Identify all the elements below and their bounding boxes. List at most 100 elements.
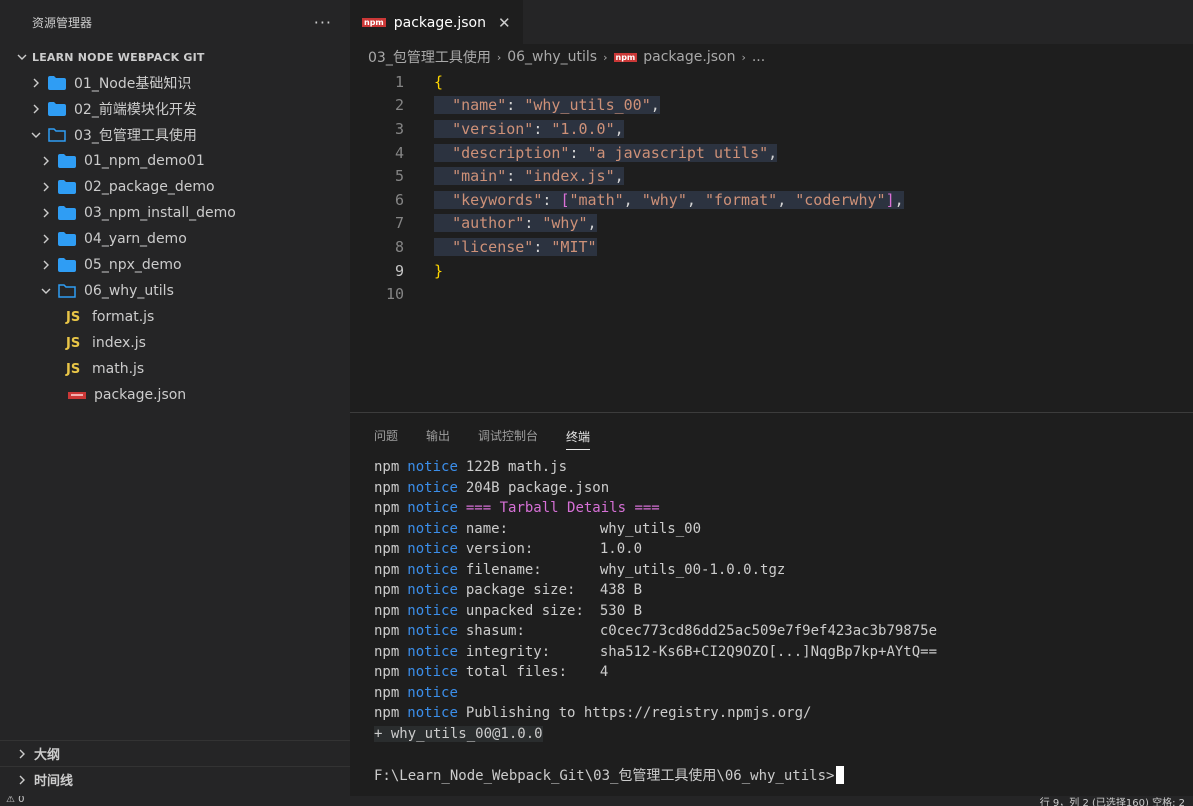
chevron-right-icon	[38, 156, 54, 166]
breadcrumb-item[interactable]: 03_包管理工具使用	[368, 47, 491, 67]
project-section-header[interactable]: LEARN NODE WEBPACK GIT	[0, 44, 350, 70]
code-line: 9}	[350, 259, 1193, 283]
chevron-right-icon	[14, 749, 30, 759]
chevron-right-icon	[38, 182, 54, 192]
timeline-label: 时间线	[34, 774, 74, 789]
tree-folder[interactable]: 02_前端模块化开发	[0, 96, 350, 122]
folder-icon	[58, 180, 76, 194]
line-number: 7	[394, 214, 404, 233]
tree-folder[interactable]: 04_yarn_demo	[0, 226, 350, 252]
terminal-cursor	[836, 765, 845, 784]
line-number: 8	[394, 237, 404, 256]
npm-icon: npm	[613, 52, 638, 62]
chevron-right-icon	[28, 78, 44, 88]
tree-item-label: 03_包管理工具使用	[74, 128, 197, 144]
terminal-line: npm notice Publishing to https://registry.…	[374, 705, 812, 722]
code-line: 8 "license": "MIT"	[350, 235, 1193, 259]
code-line: 2 "name": "why_utils_00",	[350, 94, 1193, 118]
tree-item-label: math.js	[92, 361, 145, 377]
breadcrumb: 03_包管理工具使用 › 06_why_utils › npm package.…	[350, 44, 1193, 70]
tree-folder[interactable]: 03_npm_install_demo	[0, 200, 350, 226]
folder-icon	[48, 102, 66, 116]
line-number: 4	[394, 143, 404, 162]
tab-label: package.json	[393, 14, 486, 31]
javascript-file-icon: JS	[66, 361, 81, 377]
outline-section[interactable]: 大纲	[0, 740, 350, 766]
terminal-line: npm notice 122B math.js	[374, 459, 568, 476]
project-name: LEARN NODE WEBPACK GIT	[32, 50, 205, 64]
chevron-down-icon	[38, 286, 54, 296]
javascript-file-icon: JS	[66, 335, 81, 351]
chevron-right-icon: ›	[741, 50, 746, 64]
tree-item-label: package.json	[94, 387, 187, 403]
terminal[interactable]: npm notice 122B math.js npm notice 204B pack…	[350, 457, 1193, 785]
terminal-line: npm notice shasum: c0cec773cd86dd25ac509e7f…	[374, 623, 938, 640]
tab-package-json[interactable]: npm package.json ✕	[350, 0, 523, 44]
tree-item-label: index.js	[92, 335, 146, 351]
line-number: 5	[394, 167, 404, 186]
terminal-prompt: F:\Learn_Node_Webpack_Git\03_包管理工具使用\06_…	[374, 765, 1193, 786]
problems-count[interactable]: ⚠ 0	[6, 796, 25, 805]
line-number: 3	[394, 119, 404, 138]
timeline-section[interactable]: 时间线	[0, 766, 350, 792]
explorer-sidebar: 资源管理器 ··· LEARN NODE WEBPACK GIT 01_Node…	[0, 0, 350, 796]
code-text: "description": "a javascript utils",	[434, 143, 778, 162]
editor-tabbar: npm package.json ✕	[350, 0, 1193, 44]
tree-item-label: 03_npm_install_demo	[84, 205, 236, 221]
folder-icon	[58, 258, 76, 272]
tree-folder[interactable]: 03_包管理工具使用	[0, 122, 350, 148]
tree-file[interactable]: JS math.js	[0, 356, 350, 382]
chevron-right-icon: ›	[603, 50, 608, 64]
terminal-line: npm notice 204B package.json	[374, 479, 610, 496]
tree-item-label: 02_前端模块化开发	[74, 102, 197, 118]
code-line: 6 "keywords": ["math", "why", "format", …	[350, 188, 1193, 212]
line-number: 9	[394, 261, 404, 280]
tree-item-label: 02_package_demo	[84, 179, 215, 195]
close-icon[interactable]: ✕	[498, 14, 511, 32]
npm-icon	[68, 391, 86, 399]
tree-folder[interactable]: 01_Node基础知识	[0, 70, 350, 96]
tree-file[interactable]: package.json	[0, 382, 350, 408]
more-actions-icon[interactable]: ···	[314, 13, 332, 32]
code-editor[interactable]: 1{ 2 "name": "why_utils_00", 3 "version"…	[350, 70, 1193, 306]
chevron-right-icon	[14, 775, 30, 785]
tab-problems[interactable]: 问题	[374, 413, 398, 457]
cursor-position[interactable]: 行 9，列 2 (已选择160) 空格: 2	[1040, 796, 1185, 806]
chevron-right-icon	[38, 234, 54, 244]
code-line: 7 "author": "why",	[350, 212, 1193, 236]
folder-icon	[58, 232, 76, 246]
tab-debug-console[interactable]: 调试控制台	[478, 413, 538, 457]
terminal-line: npm notice package size: 438 B	[374, 582, 643, 599]
npm-icon: npm	[362, 18, 386, 27]
terminal-line: + why_utils_00@1.0.0	[374, 725, 543, 742]
code-text: "main": "index.js",	[434, 167, 624, 186]
tree-item-label: 05_npx_demo	[84, 257, 182, 273]
breadcrumb-item[interactable]: package.json	[643, 49, 735, 65]
chevron-right-icon: ›	[496, 50, 502, 64]
chevron-right-icon	[38, 208, 54, 218]
tree-item-label: 01_Node基础知识	[74, 76, 192, 92]
chevron-down-icon	[14, 52, 30, 62]
explorer-header: 资源管理器 ···	[0, 0, 350, 44]
terminal-line: npm notice unpacked size: 530 B	[374, 602, 643, 619]
folder-icon	[48, 76, 66, 90]
explorer-title: 资源管理器	[32, 15, 93, 30]
tab-output[interactable]: 输出	[426, 413, 450, 457]
line-number: 1	[394, 72, 404, 91]
editor-area: npm package.json ✕ 03_包管理工具使用 › 06_why_u…	[350, 0, 1193, 412]
tree-folder[interactable]: 02_package_demo	[0, 174, 350, 200]
folder-icon	[58, 284, 76, 298]
line-number: 6	[394, 190, 404, 209]
code-line: 10	[350, 282, 1193, 306]
tree-item-label: format.js	[92, 309, 155, 325]
tree-folder[interactable]: 05_npx_demo	[0, 252, 350, 278]
tree-file[interactable]: JS format.js	[0, 304, 350, 330]
javascript-file-icon: JS	[66, 309, 81, 325]
breadcrumb-item[interactable]: ...	[752, 49, 765, 65]
code-text: "author": "why",	[434, 214, 597, 233]
tree-folder[interactable]: 01_npm_demo01	[0, 148, 350, 174]
tab-terminal[interactable]: 终端	[566, 424, 591, 450]
breadcrumb-item[interactable]: 06_why_utils	[507, 49, 597, 65]
tree-file[interactable]: JS index.js	[0, 330, 350, 356]
tree-folder[interactable]: 06_why_utils	[0, 278, 350, 304]
